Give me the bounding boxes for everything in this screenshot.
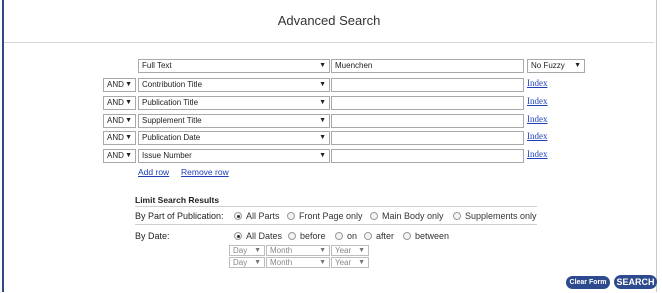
search-term-input-2[interactable] xyxy=(331,96,524,110)
chevron-down-icon: ▼ xyxy=(319,81,326,88)
option-label: Front Page only xyxy=(299,211,363,221)
radio-all-parts[interactable] xyxy=(234,212,242,220)
field-select-2[interactable]: Publication Title ▼ xyxy=(138,96,330,110)
chevron-down-icon: ▼ xyxy=(574,62,581,69)
title-bar: Advanced Search xyxy=(4,0,654,43)
chevron-down-icon: ▼ xyxy=(125,152,132,159)
remove-row-link[interactable]: Remove row xyxy=(181,167,229,177)
year-select-from[interactable]: Year ▼ xyxy=(331,245,369,256)
radio-supplements[interactable] xyxy=(453,212,461,220)
year-select-to[interactable]: Year ▼ xyxy=(331,257,369,268)
month-select-from[interactable]: Month ▼ xyxy=(266,245,330,256)
option-label: All Dates xyxy=(246,231,283,241)
operator-select-2[interactable]: AND ▼ xyxy=(103,96,136,110)
day-select-to[interactable]: Day ▼ xyxy=(229,257,265,268)
chevron-down-icon: ▼ xyxy=(319,62,326,69)
option-label: between xyxy=(415,231,450,241)
search-button[interactable]: SEARCH xyxy=(614,275,657,289)
day-select-from[interactable]: Day ▼ xyxy=(229,245,265,256)
chevron-down-icon: ▼ xyxy=(358,247,365,254)
field-select-4[interactable]: Publication Date ▼ xyxy=(138,131,330,145)
limit-heading: Limit Search Results xyxy=(135,195,220,205)
operator-value: AND xyxy=(107,133,124,142)
by-date-label: By Date: xyxy=(135,231,170,241)
operator-select-5[interactable]: AND ▼ xyxy=(103,149,136,163)
operator-value: AND xyxy=(107,116,124,125)
option-label: Supplements only xyxy=(465,211,537,221)
field-select-1[interactable]: Contribution Title ▼ xyxy=(138,78,330,92)
divider xyxy=(135,224,537,225)
field-value: Contribution Title xyxy=(142,80,203,89)
field-value: Publication Title xyxy=(142,98,199,107)
chevron-down-icon: ▼ xyxy=(319,152,326,159)
search-term-input-3[interactable] xyxy=(331,114,524,128)
option-label: All Parts xyxy=(246,211,280,221)
operator-value: AND xyxy=(107,80,124,89)
operator-select-1[interactable]: AND ▼ xyxy=(103,78,136,92)
radio-between[interactable] xyxy=(403,232,411,240)
by-part-label: By Part of Publication: xyxy=(135,211,224,221)
index-link-5[interactable]: Index xyxy=(527,149,548,159)
index-link-2[interactable]: Index xyxy=(527,96,548,106)
chevron-down-icon: ▼ xyxy=(125,134,132,141)
radio-main-body[interactable] xyxy=(370,212,378,220)
chevron-down-icon: ▼ xyxy=(254,259,261,266)
operator-select-4[interactable]: AND ▼ xyxy=(103,131,136,145)
radio-before[interactable] xyxy=(288,232,296,240)
option-label: Main Body only xyxy=(382,211,444,221)
add-row-link[interactable]: Add row xyxy=(138,167,169,177)
month-value: Month xyxy=(270,246,293,255)
search-term-input-4[interactable] xyxy=(331,131,524,145)
chevron-down-icon: ▼ xyxy=(319,99,326,106)
page-title: Advanced Search xyxy=(277,13,381,28)
field-select-0[interactable]: Full Text ▼ xyxy=(138,59,330,73)
year-value: Year xyxy=(335,246,352,255)
operator-value: AND xyxy=(107,151,124,160)
month-select-to[interactable]: Month ▼ xyxy=(266,257,330,268)
clear-form-button[interactable]: Clear Form xyxy=(566,276,610,289)
search-term-input-5[interactable] xyxy=(331,149,524,163)
radio-all-dates[interactable] xyxy=(234,232,242,240)
chevron-down-icon: ▼ xyxy=(319,117,326,124)
chevron-down-icon: ▼ xyxy=(319,247,326,254)
chevron-down-icon: ▼ xyxy=(125,81,132,88)
field-value: Issue Number xyxy=(142,151,192,160)
chevron-down-icon: ▼ xyxy=(254,247,261,254)
fuzzy-select-value: No Fuzzy xyxy=(531,61,565,70)
chevron-down-icon: ▼ xyxy=(125,99,132,106)
field-select-0-value: Full Text xyxy=(142,61,172,70)
year-value: Year xyxy=(335,258,352,267)
search-term-input-0[interactable]: Muenchen xyxy=(331,59,524,73)
operator-value: AND xyxy=(107,98,124,107)
option-label: before xyxy=(300,231,326,241)
option-label: on xyxy=(347,231,358,241)
divider xyxy=(135,206,537,207)
day-value: Day xyxy=(233,258,248,267)
radio-front-page[interactable] xyxy=(287,212,295,220)
field-select-3[interactable]: Supplement Title ▼ xyxy=(138,114,330,128)
search-term-input-1[interactable] xyxy=(331,78,524,92)
fuzzy-select[interactable]: No Fuzzy ▼ xyxy=(527,59,585,73)
field-select-5[interactable]: Issue Number ▼ xyxy=(138,149,330,163)
day-value: Day xyxy=(233,246,248,255)
index-link-1[interactable]: Index xyxy=(527,78,548,88)
chevron-down-icon: ▼ xyxy=(358,259,365,266)
operator-select-3[interactable]: AND ▼ xyxy=(103,114,136,128)
field-value: Publication Date xyxy=(142,133,201,142)
chevron-down-icon: ▼ xyxy=(125,117,132,124)
chevron-down-icon: ▼ xyxy=(319,134,326,141)
option-label: after xyxy=(376,231,395,241)
index-link-4[interactable]: Index xyxy=(527,131,548,141)
field-value: Supplement Title xyxy=(142,116,202,125)
radio-on[interactable] xyxy=(335,232,343,240)
month-value: Month xyxy=(270,258,293,267)
radio-after[interactable] xyxy=(364,232,372,240)
index-link-3[interactable]: Index xyxy=(527,114,548,124)
chevron-down-icon: ▼ xyxy=(319,259,326,266)
